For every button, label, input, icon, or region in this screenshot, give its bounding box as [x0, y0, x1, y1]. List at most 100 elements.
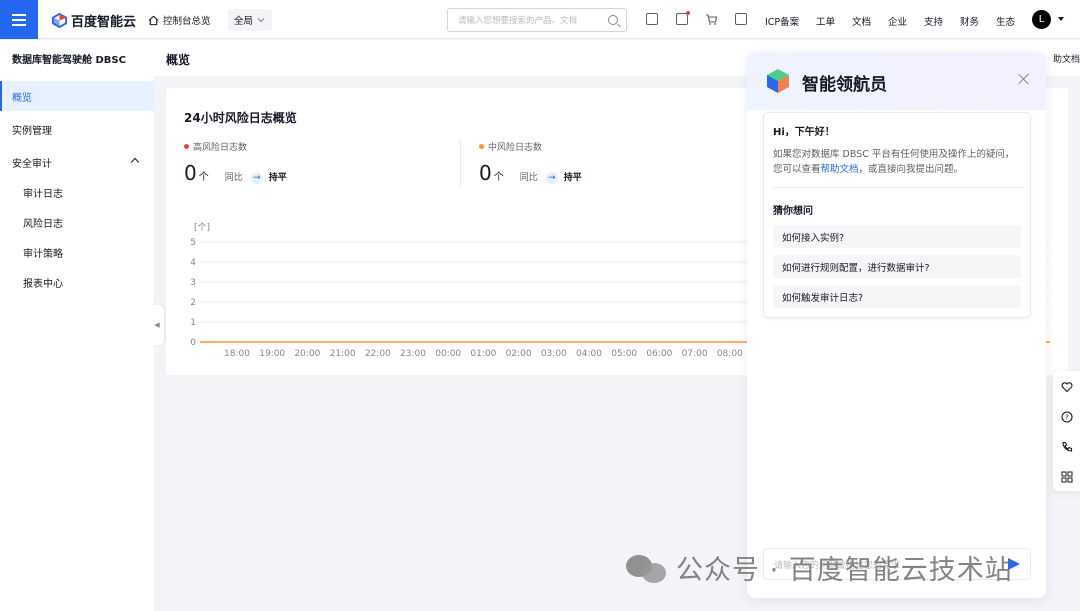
scope-value: 全局 — [234, 16, 254, 27]
close-icon[interactable] — [1018, 73, 1030, 85]
card-title: 24小时风险日志概览 — [184, 111, 297, 125]
global-search-input[interactable]: 请输入您想要搜索的产品、文档 — [447, 8, 627, 32]
help-doc-link[interactable]: 助文档 — [1053, 52, 1080, 65]
trend-value: 持平 — [563, 173, 582, 183]
assistant-logo-icon — [767, 69, 789, 93]
brand-logo[interactable]: 百度智能云 — [52, 11, 136, 30]
nav-link-docs[interactable]: 文档 — [852, 14, 871, 28]
sidebar-item-overview[interactable]: 概览 — [0, 81, 154, 111]
x-tick-label: 21:00 — [330, 349, 356, 359]
metric-value: 0 — [184, 161, 197, 185]
page-title: 概览 — [166, 53, 191, 67]
cart-icon[interactable] — [705, 13, 718, 26]
wechat-watermark: 公众号 · 百度智能云技术站 — [626, 548, 1013, 587]
y-tick-label: 2 — [190, 298, 196, 308]
qrcode-icon[interactable] — [646, 13, 658, 25]
x-tick-label: 05:00 — [611, 349, 637, 359]
phone-icon[interactable] — [1061, 441, 1073, 453]
x-tick-label: 20:00 — [294, 349, 320, 359]
metric-value: 0 — [479, 161, 492, 185]
yoy-label: 同比 — [224, 173, 243, 183]
y-tick-label: 0 — [190, 338, 196, 348]
console-home-link[interactable]: 控制台总览 — [148, 13, 211, 27]
help-doc-link[interactable]: 帮助文档 — [821, 164, 859, 175]
sidebar-item-security-audit[interactable]: 安全审计 — [0, 147, 154, 177]
x-tick-label: 04:00 — [576, 349, 602, 359]
notification-dot — [686, 11, 690, 15]
y-tick-label: 3 — [190, 278, 196, 288]
baidu-cloud-logo-icon — [52, 13, 67, 28]
intro-text: 如果您对数据库 DBSC 平台有任何使用及操作上的疑问，您可以查看帮助文档，或直… — [773, 147, 1023, 177]
metric-divider — [460, 140, 461, 186]
y-tick-label: 4 — [190, 258, 196, 268]
yoy-label: 同比 — [519, 173, 538, 183]
nav-link-finance[interactable]: 财务 — [960, 14, 979, 28]
sidebar-item-risk-log[interactable]: 风险日志 — [0, 207, 154, 237]
x-tick-label: 01:00 — [470, 349, 496, 359]
sidebar: 数据库智能驾驶舱 DBSC 概览 实例管理 安全审计 审计日志 风险日志 审计策… — [0, 40, 154, 611]
intro-suffix: ，或直接向我提出问题。 — [858, 164, 964, 175]
x-tick-label: 02:00 — [506, 349, 532, 359]
brand-name: 百度智能云 — [71, 15, 137, 30]
divider — [773, 187, 1023, 188]
nav-link-enterprise[interactable]: 企业 — [888, 14, 907, 28]
suggested-question[interactable]: 如何接入实例? — [773, 225, 1021, 248]
x-tick-label: 00:00 — [435, 349, 461, 359]
sidebar-item-audit-log[interactable]: 审计日志 — [0, 177, 154, 207]
metric-label: 高风险日志数 — [193, 143, 248, 153]
arrow-right-icon: → — [250, 172, 263, 184]
message-icon[interactable] — [676, 11, 690, 25]
greeting-text: Hi，下午好！ — [773, 127, 835, 138]
nav-link-support[interactable]: 支持 — [924, 14, 943, 28]
nav-link-ticket[interactable]: 工单 — [816, 14, 835, 28]
assistant-title: 智能领航员 — [802, 75, 887, 95]
suggested-questions-title: 猜你想问 — [773, 206, 813, 217]
floating-toolbar: ? — [1053, 371, 1080, 491]
metric-unit: 个 — [198, 172, 209, 183]
x-tick-label: 23:00 — [400, 349, 426, 359]
high-risk-metric: 高风险日志数 0 个 同比 → 持平 — [184, 140, 287, 185]
nav-link-icp[interactable]: ICP备案 — [765, 14, 799, 28]
metric-label: 中风险日志数 — [488, 143, 543, 153]
x-tick-label: 18:00 — [224, 349, 250, 359]
menu-icon — [12, 13, 26, 26]
x-tick-label: 19:00 — [259, 349, 285, 359]
search-placeholder: 请输入您想要搜索的产品、文档 — [458, 16, 578, 26]
sidebar-item-label: 安全审计 — [12, 158, 52, 170]
y-tick-label: 1 — [190, 318, 196, 328]
medium-risk-metric: 中风险日志数 0 个 同比 → 持平 — [479, 140, 582, 185]
hamburger-menu-button[interactable] — [0, 0, 38, 39]
suggested-question[interactable]: 如何触发审计日志? — [773, 285, 1021, 308]
y-axis-unit-label: [个] — [194, 222, 210, 233]
user-avatar[interactable]: L — [1032, 10, 1051, 29]
search-icon[interactable] — [608, 15, 618, 25]
metric-unit: 个 — [493, 172, 504, 183]
sidebar-item-instances[interactable]: 实例管理 — [0, 114, 154, 144]
heart-icon[interactable] — [1061, 381, 1073, 393]
medium-risk-dot-icon — [479, 144, 484, 149]
ai-assistant-panel: 智能领航员 Hi，下午好！ 如果您对数据库 DBSC 平台有任何使用及操作上的疑… — [747, 52, 1046, 598]
help-icon[interactable]: ? — [1061, 411, 1073, 423]
billing-icon[interactable] — [735, 13, 747, 25]
sidebar-item-audit-policy[interactable]: 审计策略 — [0, 237, 154, 267]
y-tick-label: 5 — [190, 238, 196, 248]
sidebar-collapse-toggle[interactable]: ◀ — [150, 305, 164, 345]
chevron-up-icon — [130, 157, 140, 167]
chevron-down-icon — [257, 18, 265, 23]
console-home-label: 控制台总览 — [163, 16, 211, 27]
suggested-question[interactable]: 如何进行规则配置，进行数据审计? — [773, 255, 1021, 278]
top-navbar: 百度智能云 控制台总览 全局 请输入您想要搜索的产品、文档 ICP备案 工单 文… — [0, 0, 1080, 39]
trend-value: 持平 — [268, 173, 287, 183]
x-tick-label: 07:00 — [682, 349, 708, 359]
region-scope-select[interactable]: 全局 — [228, 9, 272, 31]
svg-text:?: ? — [1065, 414, 1069, 422]
assistant-header: 智能领航员 — [747, 52, 1046, 110]
watermark-text: 公众号 · 百度智能云技术站 — [676, 555, 1013, 586]
x-tick-label: 08:00 — [717, 349, 743, 359]
sidebar-item-report-center[interactable]: 报表中心 — [0, 267, 154, 297]
caret-down-icon[interactable] — [1058, 17, 1064, 21]
x-tick-label: 06:00 — [646, 349, 672, 359]
home-icon — [148, 15, 159, 25]
nav-link-ecosystem[interactable]: 生态 — [996, 14, 1015, 28]
apps-grid-icon[interactable] — [1061, 471, 1073, 483]
